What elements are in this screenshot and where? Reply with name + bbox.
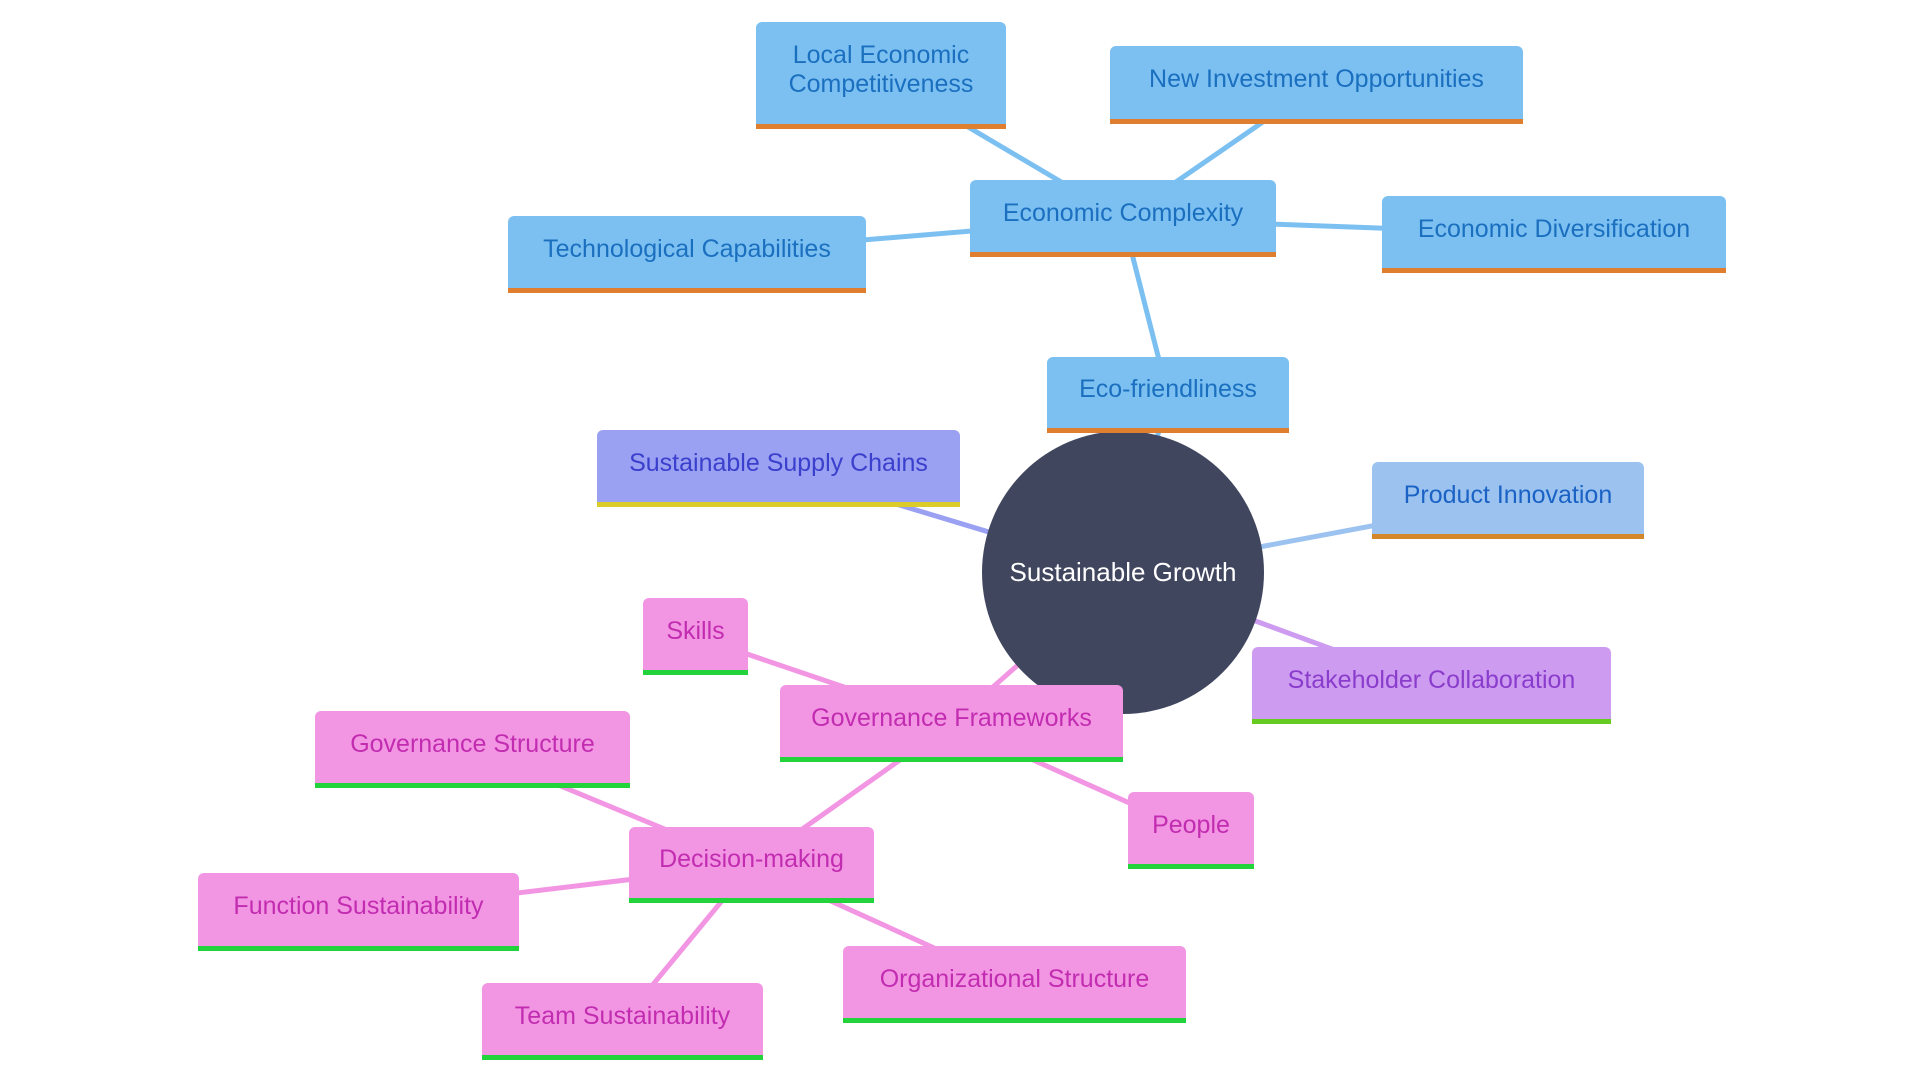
node-label: People (1152, 810, 1230, 839)
root-node-label: Sustainable Growth (1009, 557, 1237, 587)
node-label: Decision-making (659, 845, 844, 873)
node-label: Governance Structure (350, 729, 595, 758)
node-stakeholder-collaboration[interactable]: Stakeholder Collaboration (1252, 647, 1611, 724)
node-label: Technological Capabilities (543, 234, 831, 263)
node-label: Governance Frameworks (811, 703, 1092, 732)
root-node-sustainable-growth[interactable]: Sustainable Growth (982, 431, 1264, 714)
node-sustainable-supply-chains[interactable]: Sustainable Supply Chains (597, 430, 960, 507)
node-economic-complexity[interactable]: Economic Complexity (970, 180, 1276, 257)
node-governance-structure[interactable]: Governance Structure (315, 711, 630, 788)
node-organizational-structure[interactable]: Organizational Structure (843, 946, 1186, 1023)
node-local-economic-competitiveness[interactable]: Local Economic Competitiveness (756, 22, 1006, 129)
node-governance-frameworks[interactable]: Governance Frameworks (780, 685, 1123, 762)
node-label: Function Sustainability (233, 892, 484, 920)
node-label: Skills (666, 616, 725, 645)
node-skills[interactable]: Skills (643, 598, 748, 675)
node-eco-friendliness[interactable]: Eco-friendliness (1047, 357, 1289, 433)
node-label: Eco-friendliness (1079, 375, 1257, 403)
node-technological-capabilities[interactable]: Technological Capabilities (508, 216, 866, 293)
node-product-innovation[interactable]: Product Innovation (1372, 462, 1644, 539)
node-label: Local Economic Competitiveness (788, 41, 974, 98)
node-function-sustainability[interactable]: Function Sustainability (198, 873, 519, 951)
node-label: Economic Diversification (1417, 214, 1691, 243)
node-people[interactable]: People (1128, 792, 1254, 869)
node-label: Team Sustainability (514, 1001, 731, 1030)
node-label: Sustainable Supply Chains (629, 448, 928, 477)
node-team-sustainability[interactable]: Team Sustainability (482, 983, 763, 1060)
node-label: New Investment Opportunities (1149, 65, 1484, 93)
node-decision-making[interactable]: Decision-making (629, 827, 874, 903)
node-new-investment-opportunities[interactable]: New Investment Opportunities (1110, 46, 1523, 124)
node-economic-diversification[interactable]: Economic Diversification (1382, 196, 1726, 273)
node-label: Stakeholder Collaboration (1287, 665, 1576, 694)
node-label: Organizational Structure (879, 964, 1150, 993)
node-label: Economic Complexity (1002, 198, 1244, 227)
node-label: Product Innovation (1403, 480, 1613, 509)
